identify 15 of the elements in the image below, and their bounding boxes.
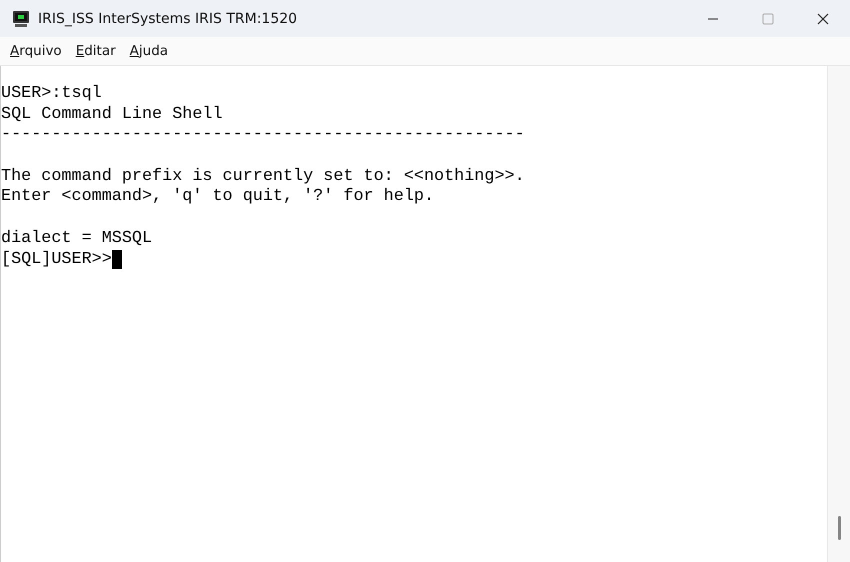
- menu-item[interactable]: Arquivo: [4, 41, 68, 61]
- terminal-line: dialect = MSSQL: [1, 228, 152, 250]
- terminal-line: Enter <command>, 'q' to quit, '?' for help.: [1, 187, 434, 208]
- terminal-line: [SQL]USER>>: [1, 250, 112, 270]
- scrollbar[interactable]: [827, 66, 850, 562]
- window-title: IRIS_ISS InterSystems IRIS TRM:1520: [38, 10, 298, 26]
- maximize-icon: [762, 12, 774, 24]
- terminal-line: SQL Command Line Shell: [1, 104, 223, 126]
- menu-item[interactable]: Editar: [70, 41, 122, 61]
- terminal-line: USER>:tsql: [1, 84, 102, 105]
- terminal-line: ----------------------------------------------------: [1, 125, 525, 146]
- terminal-line: The command prefix is currently set to: <<nothing>>.: [1, 166, 525, 188]
- menu-item[interactable]: Ajuda: [124, 41, 174, 61]
- terminal-icon: [12, 10, 30, 28]
- close-icon: [816, 12, 828, 24]
